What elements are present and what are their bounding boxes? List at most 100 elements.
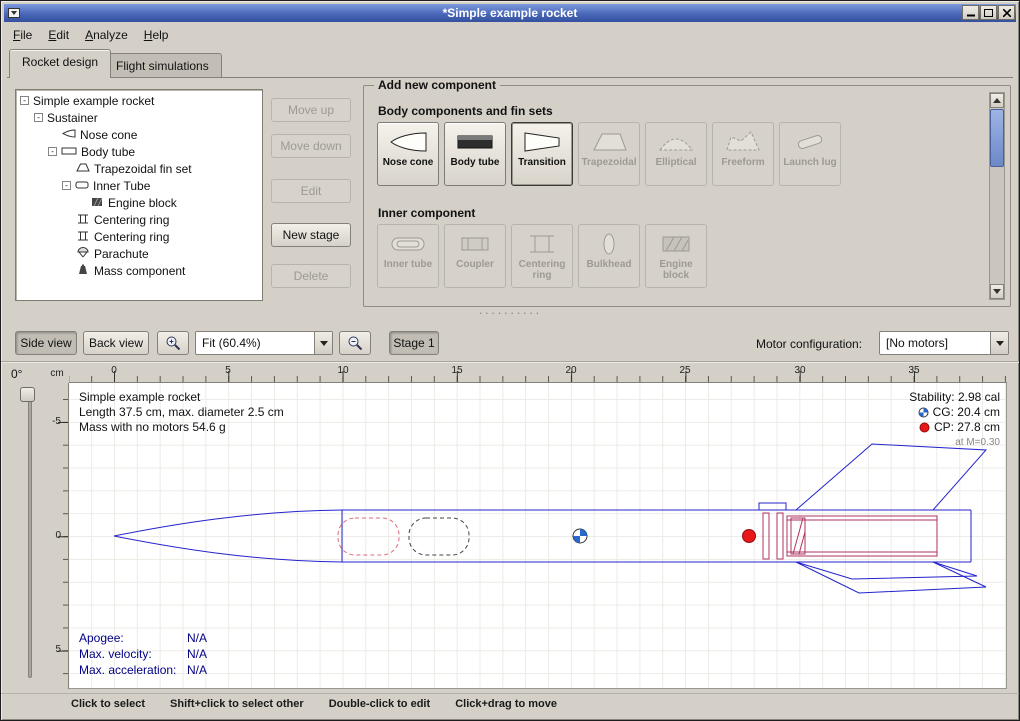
freeform-fin-icon <box>721 128 765 156</box>
acceleration-value: N/A <box>187 663 207 677</box>
hint-double-click: Double-click to edit <box>329 698 430 710</box>
collapse-handle-icon[interactable] <box>48 147 57 156</box>
nose-cone-icon <box>386 128 430 156</box>
add-centering-ring-button: Centering ring <box>511 224 573 288</box>
title-bar[interactable]: *Simple example rocket <box>4 4 1016 22</box>
engine-block-icon <box>90 196 104 210</box>
collapse-handle-icon[interactable] <box>62 181 71 190</box>
tree-item-engine-block[interactable]: Engine block <box>16 194 262 211</box>
add-body-tube-button[interactable]: Body tube <box>444 122 506 186</box>
component-tree[interactable]: Simple example rocket Sustainer Nose con… <box>15 89 263 301</box>
tree-item-trapezoidal-fin-set[interactable]: Trapezoidal fin set <box>16 160 262 177</box>
tree-item-sustainer[interactable]: Sustainer <box>16 109 262 126</box>
add-elliptical-fin-button: Elliptical <box>645 122 707 186</box>
tab-baseline <box>7 77 1013 78</box>
add-component-title: Add new component <box>374 78 500 92</box>
coupler-icon <box>453 230 497 258</box>
tab-rocket-design[interactable]: Rocket design <box>9 49 111 78</box>
rotation-slider-track[interactable] <box>28 390 32 678</box>
hint-click-drag: Click+drag to move <box>455 698 557 710</box>
stage-1-toggle[interactable]: Stage 1 <box>389 331 439 355</box>
stability-info: Stability: 2.98 cal CG: 20.4 cm CP: 27.8… <box>909 390 1000 450</box>
tree-item-centering-ring-2[interactable]: Centering ring <box>16 228 262 245</box>
cg-marker <box>573 529 587 543</box>
cg-value: CG: 20.4 cm <box>933 405 1000 420</box>
launch-lug-icon <box>788 128 832 156</box>
zoom-in-button[interactable] <box>157 331 189 355</box>
tab-flight-simulations[interactable]: Flight simulations <box>103 53 222 78</box>
rocket-info: Simple example rocket Length 37.5 cm, ma… <box>79 390 284 435</box>
vertical-ruler: -5 0 5 <box>47 383 69 689</box>
tree-item-rocket[interactable]: Simple example rocket <box>16 92 262 109</box>
menu-file[interactable]: File <box>5 26 40 44</box>
parachute-icon <box>76 246 90 261</box>
edit-button: Edit <box>271 179 351 203</box>
window-title: *Simple example rocket <box>4 6 1016 20</box>
add-nose-cone-button[interactable]: Nose cone <box>377 122 439 186</box>
delete-button: Delete <box>271 264 351 288</box>
apogee-value: N/A <box>187 631 207 645</box>
collapse-handle-icon[interactable] <box>34 113 43 122</box>
chevron-down-icon[interactable] <box>990 332 1008 354</box>
rocket-mass: Mass with no motors 54.6 g <box>79 420 284 435</box>
velocity-label: Max. velocity: <box>79 646 187 662</box>
transition-icon <box>520 128 564 156</box>
inner-tube-icon <box>75 179 89 193</box>
flight-info: Apogee:N/A Max. velocity:N/A Max. accele… <box>79 630 207 678</box>
new-stage-button[interactable]: New stage <box>271 223 351 247</box>
motor-configuration-select[interactable]: [No motors] <box>879 331 1009 355</box>
hint-click-select: Click to select <box>71 698 145 710</box>
rocket-name: Simple example rocket <box>79 390 284 405</box>
side-view-button[interactable]: Side view <box>15 331 77 355</box>
rotation-value: 0° <box>11 367 22 381</box>
chevron-down-icon[interactable] <box>314 332 332 354</box>
tree-item-mass-component[interactable]: Mass component <box>16 262 262 279</box>
move-down-button: Move down <box>271 134 351 158</box>
engine-block-icon <box>654 230 698 258</box>
fin-set-icon <box>76 162 90 176</box>
collapse-handle-icon[interactable] <box>20 96 29 105</box>
move-up-button: Move up <box>271 98 351 122</box>
close-button[interactable] <box>998 5 1015 20</box>
add-trapezoidal-fin-button: Trapezoidal <box>578 122 640 186</box>
mass-component-icon <box>76 264 90 278</box>
rocket-canvas[interactable]: Simple example rocket Length 37.5 cm, ma… <box>69 383 1007 689</box>
tree-item-centering-ring-1[interactable]: Centering ring <box>16 211 262 228</box>
centering-ring-icon <box>520 230 564 258</box>
component-panel-scrollbar[interactable] <box>989 92 1005 300</box>
window-menu-icon[interactable] <box>6 6 22 20</box>
hint-shift-click: Shift+click to select other <box>170 698 304 710</box>
scroll-down-icon[interactable] <box>990 284 1004 299</box>
zoom-select[interactable]: Fit (60.4%) <box>195 331 333 355</box>
mach-condition: at M=0.30 <box>909 435 1000 450</box>
rotation-slider-thumb[interactable] <box>20 387 35 402</box>
add-coupler-button: Coupler <box>444 224 506 288</box>
body-components-label: Body components and fin sets <box>378 104 553 118</box>
menu-edit[interactable]: Edit <box>40 26 77 44</box>
panel-splitter[interactable] <box>1 309 1019 325</box>
tree-item-inner-tube[interactable]: Inner Tube <box>16 177 262 194</box>
acceleration-label: Max. acceleration: <box>79 662 187 678</box>
back-view-button[interactable]: Back view <box>83 331 149 355</box>
tree-item-body-tube[interactable]: Body tube <box>16 143 262 160</box>
minimize-button[interactable] <box>962 5 979 20</box>
cp-marker <box>743 530 756 543</box>
add-transition-button[interactable]: Transition <box>511 122 573 186</box>
tree-item-nose-cone[interactable]: Nose cone <box>16 126 262 143</box>
scroll-up-icon[interactable] <box>990 93 1004 108</box>
menu-help[interactable]: Help <box>136 26 177 44</box>
ruler-unit-label: cm <box>47 368 67 379</box>
add-freeform-fin-button: Freeform <box>712 122 774 186</box>
tree-item-parachute[interactable]: Parachute <box>16 245 262 262</box>
add-component-group: Add new component Body components and fi… <box>363 85 1011 307</box>
maximize-button[interactable] <box>980 5 997 20</box>
zoom-out-button[interactable] <box>339 331 371 355</box>
scrollbar-thumb[interactable] <box>990 109 1004 167</box>
rocket-dimensions: Length 37.5 cm, max. diameter 2.5 cm <box>79 405 284 420</box>
magnifier-minus-icon <box>347 335 363 351</box>
magnifier-plus-icon <box>165 335 181 351</box>
add-bulkhead-button: Bulkhead <box>578 224 640 288</box>
menu-analyze[interactable]: Analyze <box>77 26 136 44</box>
motor-configuration-label: Motor configuration: <box>756 337 862 351</box>
trapezoidal-fin-icon <box>587 128 631 156</box>
